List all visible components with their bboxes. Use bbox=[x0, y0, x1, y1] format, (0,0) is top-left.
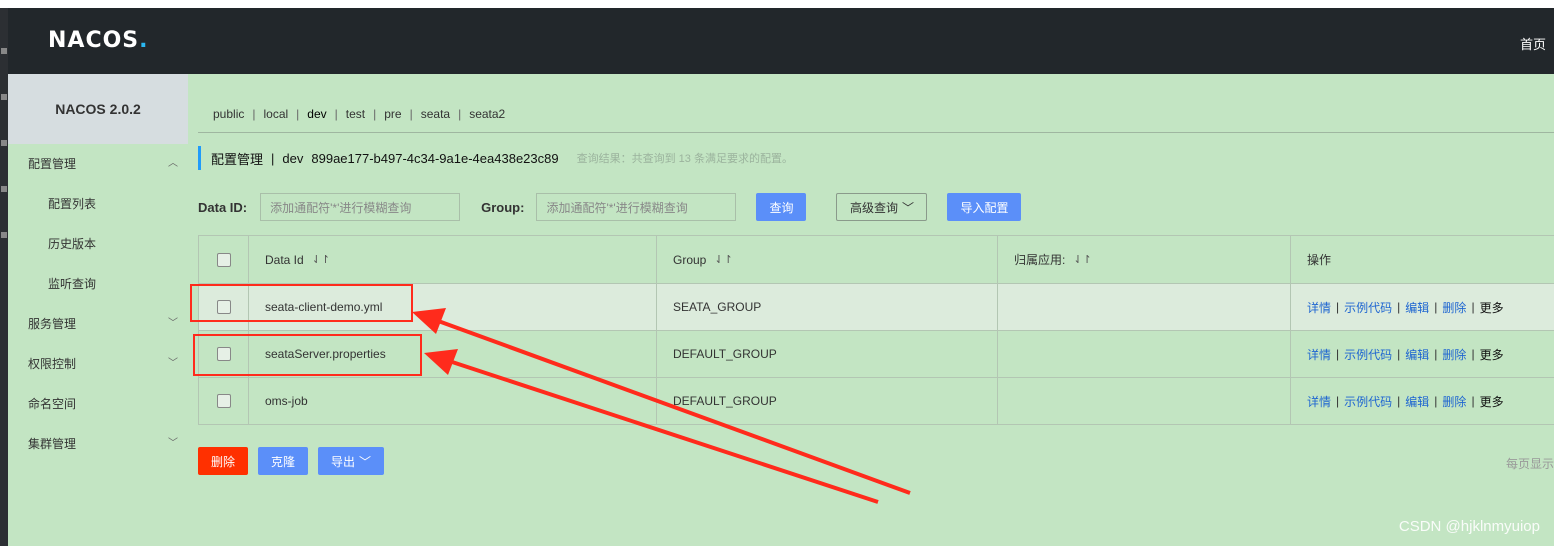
more-link[interactable]: 更多 bbox=[1480, 299, 1504, 316]
more-link[interactable]: 更多 bbox=[1480, 393, 1504, 410]
delete-link[interactable]: 删除 bbox=[1442, 393, 1466, 410]
query-result-hint: 查询结果：共查询到 13 条满足要求的配置。 bbox=[576, 153, 793, 165]
app-cell bbox=[998, 284, 1291, 330]
chevron-down-icon: ﹀ bbox=[168, 358, 178, 369]
header-actions: 操作 bbox=[1307, 253, 1332, 267]
sidebar-item-history[interactable]: 历史版本 bbox=[8, 224, 188, 264]
header-group[interactable]: Group ⇃↾ bbox=[657, 236, 998, 283]
more-link[interactable]: 更多 bbox=[1480, 346, 1504, 363]
detail-link[interactable]: 详情 bbox=[1307, 346, 1331, 363]
nacos-logo[interactable]: NACOS. bbox=[48, 28, 149, 53]
detail-link[interactable]: 详情 bbox=[1307, 393, 1331, 410]
edit-link[interactable]: 编辑 bbox=[1405, 346, 1429, 363]
group-cell: DEFAULT_GROUP bbox=[657, 331, 998, 377]
chevron-down-icon: ﹀ bbox=[359, 454, 372, 469]
namespace-id: 899ae177-b497-4c34-9a1e-4ea438e23c89 bbox=[311, 150, 559, 166]
advanced-query-button[interactable]: 高级查询 ﹀ bbox=[836, 193, 928, 221]
detail-link[interactable]: 详情 bbox=[1307, 299, 1331, 316]
sidebar-item-listener-query[interactable]: 监听查询 bbox=[8, 264, 188, 304]
sample-code-link[interactable]: 示例代码 bbox=[1344, 393, 1392, 410]
data-id-label: Data ID: bbox=[198, 199, 248, 215]
query-button[interactable]: 查询 bbox=[756, 193, 807, 221]
actions-cell: 详情 | 示例代码 | 编辑 | 删除 | 更多 bbox=[1307, 346, 1504, 363]
sidebar-item-config-list[interactable]: 配置列表 bbox=[8, 184, 188, 224]
delete-link[interactable]: 删除 bbox=[1442, 346, 1466, 363]
export-button[interactable]: 导出 ﹀ bbox=[318, 447, 384, 475]
clone-button[interactable]: 克隆 bbox=[258, 447, 308, 475]
home-link[interactable]: 首页 bbox=[1520, 34, 1546, 53]
annotation-box bbox=[193, 334, 422, 376]
watermark: CSDN @hjklnmyuiop bbox=[1398, 518, 1540, 535]
actions-cell: 详情 | 示例代码 | 编辑 | 删除 | 更多 bbox=[1307, 393, 1504, 410]
version-label: NACOS 2.0.2 bbox=[8, 74, 188, 144]
select-all-checkbox[interactable] bbox=[216, 252, 231, 267]
sort-icon[interactable]: ⇃↾ bbox=[1073, 253, 1091, 266]
data-id-input[interactable]: 添加通配符'*'进行模糊查询 bbox=[260, 193, 461, 221]
sample-code-link[interactable]: 示例代码 bbox=[1344, 346, 1392, 363]
left-window-strip bbox=[0, 8, 8, 546]
actions-cell: 详情 | 示例代码 | 编辑 | 删除 | 更多 bbox=[1307, 299, 1504, 316]
app-cell bbox=[998, 378, 1291, 424]
group-input[interactable]: 添加通配符'*'进行模糊查询 bbox=[536, 193, 737, 221]
tab-namespace-public[interactable]: public bbox=[198, 107, 252, 121]
namespace-tabs: public | local | dev | test | pre | seata | se… bbox=[198, 104, 513, 124]
sidebar-item-service-management[interactable]: 服务管理 ﹀ bbox=[8, 304, 188, 344]
table-header: Data Id ⇃↾ Group ⇃↾ 归属应用: ⇃↾ 操作 bbox=[198, 236, 1554, 284]
sidebar-item-access-control[interactable]: 权限控制 ﹀ bbox=[8, 344, 188, 384]
filter-row: Data ID: 添加通配符'*'进行模糊查询 Group: 添加通配符'*'进… bbox=[198, 193, 1022, 221]
table-row: oms-job DEFAULT_GROUP 详情 | 示例代码 | 编辑 | 删除 | … bbox=[198, 378, 1554, 425]
tab-namespace-local[interactable]: local bbox=[255, 107, 296, 121]
chevron-up-icon: ︿ bbox=[168, 158, 178, 169]
annotation-box bbox=[190, 284, 413, 322]
top-header: NACOS. 首页 bbox=[8, 8, 1554, 74]
sidebar-item-config-management[interactable]: 配置管理 ︿ bbox=[8, 144, 188, 184]
import-config-button[interactable]: 导入配置 bbox=[947, 193, 1022, 221]
sidebar-item-namespace[interactable]: 命名空间 bbox=[8, 384, 188, 424]
data-id-cell: oms-job bbox=[249, 378, 657, 424]
delete-link[interactable]: 删除 bbox=[1442, 299, 1466, 316]
sort-icon[interactable]: ⇃↾ bbox=[714, 253, 732, 266]
edit-link[interactable]: 编辑 bbox=[1405, 393, 1429, 410]
sidebar-item-cluster-management[interactable]: 集群管理 ﹀ bbox=[8, 424, 188, 464]
group-cell: SEATA_GROUP bbox=[657, 284, 998, 330]
sidebar: NACOS 2.0.2 配置管理 ︿ 配置列表 历史版本 监听查询 服务管理 ﹀ 权… bbox=[8, 74, 188, 546]
group-cell: DEFAULT_GROUP bbox=[657, 378, 998, 424]
bulk-actions: 删除 克隆 导出 ﹀ bbox=[198, 447, 384, 475]
group-label: Group: bbox=[481, 199, 525, 215]
tab-namespace-pre[interactable]: pre bbox=[376, 107, 409, 121]
chevron-down-icon: ﹀ bbox=[168, 318, 178, 329]
sample-code-link[interactable]: 示例代码 bbox=[1344, 299, 1392, 316]
window-top-strip bbox=[0, 0, 1554, 8]
edit-link[interactable]: 编辑 bbox=[1405, 299, 1429, 316]
tab-namespace-seata[interactable]: seata bbox=[413, 107, 458, 121]
row-checkbox[interactable] bbox=[216, 394, 231, 408]
header-data-id[interactable]: Data Id ⇃↾ bbox=[249, 236, 657, 283]
config-table: Data Id ⇃↾ Group ⇃↾ 归属应用: ⇃↾ 操作 seata-clien… bbox=[198, 235, 1554, 425]
sort-icon[interactable]: ⇃↾ bbox=[312, 253, 330, 266]
page-size-label: 每页显示 bbox=[1505, 457, 1554, 471]
tab-namespace-test[interactable]: test bbox=[338, 107, 373, 121]
divider bbox=[198, 132, 1554, 133]
header-app[interactable]: 归属应用: ⇃↾ bbox=[998, 236, 1291, 283]
chevron-down-icon: ﹀ bbox=[168, 438, 178, 449]
chevron-down-icon: ﹀ bbox=[901, 200, 914, 215]
page-title: 配置管理 | dev 899ae177-b497-4c34-9a1e-4ea43… bbox=[198, 146, 793, 170]
tab-namespace-dev[interactable]: dev bbox=[299, 107, 334, 121]
bulk-delete-button[interactable]: 删除 bbox=[198, 447, 248, 475]
tab-namespace-seata2[interactable]: seata2 bbox=[461, 107, 513, 121]
app-cell bbox=[998, 331, 1291, 377]
